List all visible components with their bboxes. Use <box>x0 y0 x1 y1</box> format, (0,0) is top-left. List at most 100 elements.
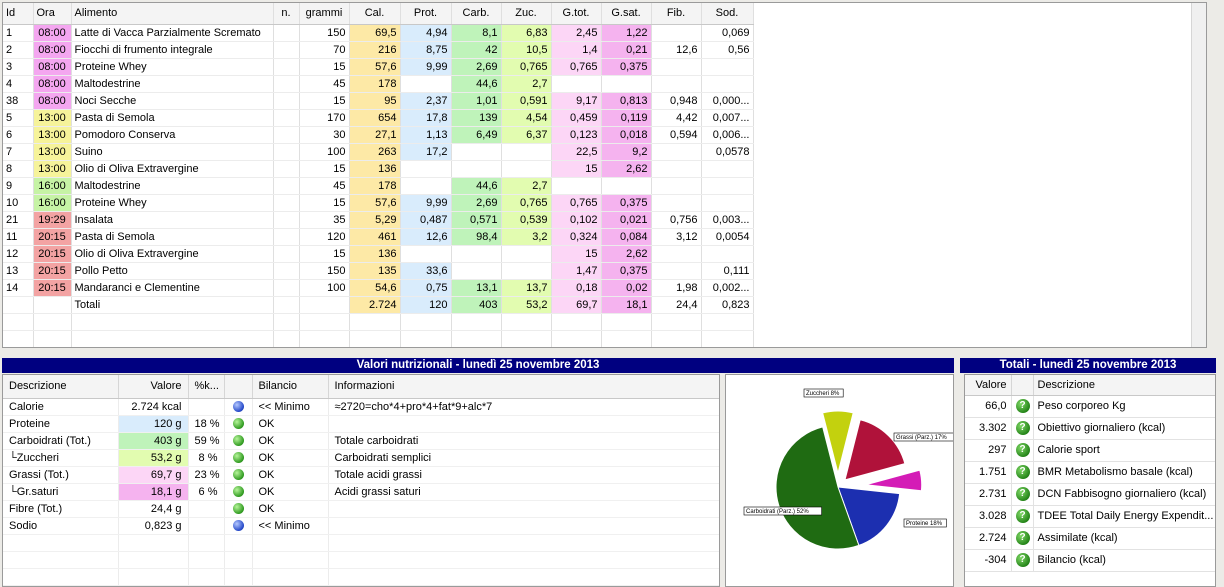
cell-id: 38 <box>3 92 34 110</box>
cell-empty <box>328 568 719 586</box>
totals-valore: -304 <box>965 549 1012 572</box>
cell-zuc <box>501 160 552 178</box>
cell-n <box>273 126 300 144</box>
table-row[interactable]: 1 08:00 Latte di Vacca Parzialmente Screma… <box>3 24 754 42</box>
table-row[interactable]: 4 08:00 Maltodestrine 45 178 44,6 2,7 <box>3 75 754 93</box>
cell-empty <box>3 534 119 552</box>
cell-empty <box>400 313 452 331</box>
food-diary-grid[interactable]: Id Ora Alimento n. grammi Cal. Prot. Carb. Zuc. G… <box>2 2 1207 348</box>
totals-panel-row[interactable]: 3.302? Obiettivo giornaliero (kcal) <box>965 417 1215 440</box>
column-header-grammi[interactable]: grammi <box>299 3 350 25</box>
pie-chart-svg: Zuccheri 8% Grassi (Parz.) 17% Proteine 18… <box>743 388 953 550</box>
nutri-header-4[interactable]: Bilancio <box>252 375 329 399</box>
column-header-n[interactable]: n. <box>273 3 300 25</box>
column-header-prot[interactable]: Prot. <box>400 3 452 25</box>
table-row[interactable]: 3 08:00 Proteine Whey 15 57,6 9,99 2,69 0,765 0,… <box>3 58 754 76</box>
cell-alimento: Fiocchi di frumento integrale <box>71 41 274 59</box>
nutri-header-1[interactable]: Valore <box>118 375 189 399</box>
cell-sod: 0,56 <box>701 41 754 59</box>
cell-prot <box>400 75 452 93</box>
cell-sod: 0,069 <box>701 24 754 42</box>
total-gsat: 18,1 <box>601 296 652 314</box>
column-header-gtot[interactable]: G.tot. <box>551 3 602 25</box>
column-header-id[interactable]: Id <box>3 3 34 25</box>
nutri-row[interactable]: Fibre (Tot.) 24,4 g OK <box>3 500 719 518</box>
cell-gtot <box>551 177 602 195</box>
nutri-pct <box>188 517 225 535</box>
cell-gtot: 22,5 <box>551 143 602 161</box>
nutri-header-5[interactable]: Informazioni <box>328 375 719 399</box>
column-header-fib[interactable]: Fib. <box>651 3 702 25</box>
cell-empty <box>252 534 329 552</box>
column-header-sod[interactable]: Sod. <box>701 3 754 25</box>
cell-empty <box>601 313 652 331</box>
green-status-icon <box>232 469 244 481</box>
table-row[interactable]: 6 13:00 Pomodoro Conserva 30 27,1 1,13 6,49 6,3… <box>3 126 754 144</box>
nutri-status <box>224 398 253 416</box>
cell-fib: 12,6 <box>651 41 702 59</box>
nutri-header-2[interactable]: %k... <box>188 375 225 399</box>
column-header-ora[interactable]: Ora <box>33 3 72 25</box>
splitter[interactable] <box>0 349 1224 358</box>
table-row[interactable]: 14 20:15 Mandaranci e Clementine 100 54,6 0,7… <box>3 279 754 297</box>
cell-empty <box>451 313 502 331</box>
nutri-row[interactable]: Grassi (Tot.) 69,7 g 23 % OK Totale acidi gr… <box>3 466 719 484</box>
nutri-row[interactable]: Carboidrati (Tot.) 403 g 59 % OK Totale carb… <box>3 432 719 450</box>
cell-empty <box>299 330 350 347</box>
nutri-valore: 18,1 g <box>118 483 189 501</box>
nutri-row[interactable]: Calorie 2.724 kcal << Minimo ≈2720=cho*4+pr… <box>3 398 719 416</box>
nutri-status <box>224 449 253 467</box>
totals-icon-cell: ? <box>1011 395 1034 418</box>
column-header-zuc[interactable]: Zuc. <box>501 3 552 25</box>
cell-empty <box>501 330 552 347</box>
column-header-cal[interactable]: Cal. <box>349 3 401 25</box>
totals-panel-row[interactable]: 297? Calorie sport <box>965 439 1215 462</box>
green-status-icon <box>232 486 244 498</box>
food-grid-scrollbar[interactable] <box>1191 3 1206 347</box>
totals-panel-row[interactable]: 2.724? Assimilate (kcal) <box>965 527 1215 550</box>
column-header-carb[interactable]: Carb. <box>451 3 502 25</box>
nutrition-values-grid[interactable]: Descrizione Valore %k... Bilancio Informazio… <box>2 374 720 587</box>
table-row[interactable]: 8 13:00 Olio di Oliva Extravergine 15 136 15 2… <box>3 160 754 178</box>
cell-empty <box>651 330 702 347</box>
table-row[interactable]: 7 13:00 Suino 100 263 17,2 22,5 9,2 0,0578 <box>3 143 754 161</box>
nutri-row[interactable]: Proteine 120 g 18 % OK <box>3 415 719 433</box>
pie-label: Zuccheri 8% <box>803 388 844 398</box>
table-row[interactable]: 5 13:00 Pasta di Semola 170 654 17,8 139 4,54 0,… <box>3 109 754 127</box>
table-row[interactable]: 12 20:15 Olio di Oliva Extravergine 15 136 15… <box>3 245 754 263</box>
nutri-info <box>328 517 719 535</box>
totals-panel-row[interactable]: 1.751? BMR Metabolismo basale (kcal) <box>965 461 1215 484</box>
cell-n <box>273 262 300 280</box>
cell-alimento: Suino <box>71 143 274 161</box>
totals-panel-row[interactable]: 66,0? Peso corporeo Kg <box>965 395 1215 418</box>
cell-grammi: 35 <box>299 211 350 229</box>
nutri-header-3[interactable] <box>224 375 253 399</box>
nutri-row[interactable]: └Gr.saturi 18,1 g6 % OK Acidi grassi saturi <box>3 483 719 501</box>
nutri-header-0[interactable]: Descrizione <box>3 375 119 399</box>
cell-prot: 0,75 <box>400 279 452 297</box>
nutri-row[interactable]: └Zuccheri 53,2 g8 % OK Carboidrati semplici <box>3 449 719 467</box>
cell-cal: 57,6 <box>349 194 401 212</box>
table-row[interactable]: 2 08:00 Fiocchi di frumento integrale 70 216… <box>3 41 754 59</box>
food-table: Id Ora Alimento n. grammi Cal. Prot. Carb. Zuc. G… <box>3 3 754 347</box>
nutri-row[interactable]: Sodio 0,823 g << Minimo <box>3 517 719 535</box>
table-row[interactable]: 11 20:15 Pasta di Semola 120 461 12,6 98,4 3,2 0… <box>3 228 754 246</box>
total-gtot: 69,7 <box>551 296 602 314</box>
totals-panel-row[interactable]: 3.028? TDEE Total Daily Energy Expendit..… <box>965 505 1215 528</box>
cell-carb <box>451 160 502 178</box>
table-row[interactable]: 13 20:15 Pollo Petto 150 135 33,6 1,47 0,375 0,1… <box>3 262 754 280</box>
totals-grid[interactable]: Valore Descrizione 66,0? Peso corporeo Kg 3… <box>964 374 1216 587</box>
cell-gsat: 0,813 <box>601 92 652 110</box>
column-header-alimento[interactable]: Alimento <box>71 3 274 25</box>
table-row[interactable]: 9 16:00 Maltodestrine 45 178 44,6 2,7 <box>3 177 754 195</box>
totals-panel-row[interactable]: 2.731? DCN Fabbisogno giornaliero (kcal) <box>965 483 1215 506</box>
column-header-gsat[interactable]: G.sat. <box>601 3 652 25</box>
totals-panel-row[interactable]: -304? Bilancio (kcal) <box>965 549 1215 572</box>
cell-empty <box>601 330 652 347</box>
table-row[interactable]: 21 19:29 Insalata 35 5,29 0,487 0,571 0,539 0,10… <box>3 211 754 229</box>
cell-sod: 0,0578 <box>701 143 754 161</box>
table-row[interactable]: 10 16:00 Proteine Whey 15 57,6 9,99 2,69 0,765 0… <box>3 194 754 212</box>
table-row[interactable]: 38 08:00 Noci Secche 15 95 2,37 1,01 0,591 9,17 0… <box>3 92 754 110</box>
totals-header-descrizione[interactable]: Descrizione <box>1033 375 1215 396</box>
totals-header-valore[interactable]: Valore <box>965 375 1012 396</box>
